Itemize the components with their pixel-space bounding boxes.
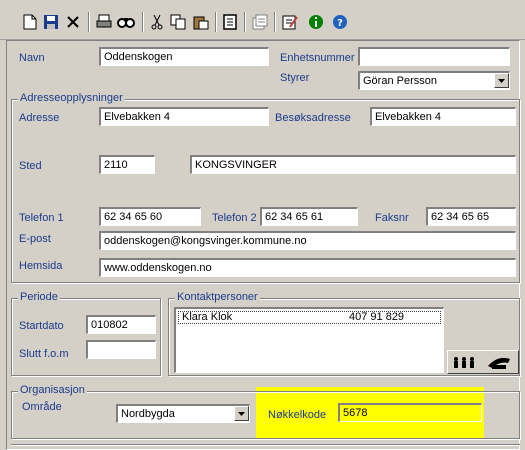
save-icon[interactable]: [41, 12, 61, 32]
svg-text:?: ?: [337, 18, 343, 29]
epost-label: E-post: [19, 233, 51, 245]
startdato-field[interactable]: 010802: [86, 315, 156, 334]
styrer-select[interactable]: Göran Persson: [358, 71, 510, 90]
telefon1-field[interactable]: 62 34 65 60: [99, 207, 201, 226]
organisasjon-group-title: Organisasjon: [18, 384, 87, 396]
periode-group-title: Periode: [18, 291, 60, 303]
periode-group: Periode: [11, 291, 161, 376]
toolbar-separator: [274, 12, 276, 32]
besoksadresse-label: Besøksadresse: [275, 112, 351, 124]
address-group-title: Adresseopplysninger: [18, 92, 125, 104]
copy-icon[interactable]: [168, 12, 188, 32]
enhetsnummer-field[interactable]: [358, 47, 510, 66]
telefon2-field[interactable]: 62 34 65 61: [260, 207, 358, 226]
edit-icon[interactable]: [280, 12, 300, 32]
toolbar-separator: [215, 12, 217, 32]
kontakt-group-title: Kontaktpersoner: [175, 291, 260, 303]
omrade-label: Område: [22, 401, 62, 413]
adresse-label: Adresse: [19, 112, 60, 124]
info-icon[interactable]: [306, 12, 326, 32]
postnummer-field[interactable]: 2110: [99, 155, 155, 174]
telefon2-label: Telefon 2: [212, 212, 257, 224]
omrade-select[interactable]: Nordbygda: [116, 404, 250, 423]
toolbar-separator: [88, 12, 90, 32]
new-icon[interactable]: [20, 12, 40, 32]
styrer-value: Göran Persson: [363, 75, 437, 87]
startdato-label: Startdato: [19, 320, 64, 332]
sted-label: Sted: [19, 160, 42, 172]
besoksadresse-field[interactable]: Elvebakken 4: [370, 107, 516, 126]
slutt-label: Slutt f.o.m: [19, 348, 69, 360]
list-item[interactable]: Klara Klok 407 91 829: [178, 311, 441, 324]
nokkelkode-label: Nøkkelkode: [268, 409, 327, 421]
address-group: Adresseopplysninger: [11, 92, 520, 283]
delete-icon[interactable]: [63, 12, 83, 32]
report-icon[interactable]: [220, 12, 240, 32]
omrade-value: Nordbygda: [121, 408, 175, 420]
kontakt-name: Klara Klok: [182, 311, 233, 323]
bottom-divider: [11, 444, 520, 446]
kontakt-phone: 407 91 829: [349, 311, 405, 323]
styrer-label: Styrer: [280, 72, 310, 84]
paste-icon[interactable]: [191, 12, 211, 32]
cut-icon[interactable]: [147, 12, 167, 32]
find-icon[interactable]: [116, 12, 136, 32]
chevron-down-icon[interactable]: [494, 73, 509, 88]
hjemmeside-field[interactable]: www.oddenskogen.no: [99, 258, 516, 277]
epost-field[interactable]: oddenskogen@kongsvinger.kommune.no: [99, 231, 516, 250]
telefon1-label: Telefon 1: [19, 212, 64, 224]
print-icon[interactable]: [94, 12, 114, 32]
toolbar: ?: [0, 0, 525, 40]
people-icon: [454, 357, 474, 368]
toolbar-separator: [142, 12, 144, 32]
poststed-field[interactable]: KONGSVINGER: [190, 155, 516, 174]
properties-icon[interactable]: [250, 12, 270, 32]
navn-label: Navn: [19, 52, 45, 64]
faksnr-field[interactable]: 62 34 65 65: [426, 207, 516, 226]
kontakt-tools-button[interactable]: [447, 350, 519, 374]
nokkelkode-field[interactable]: 5678: [338, 403, 482, 422]
toolbar-separator: [244, 12, 246, 32]
chevron-down-icon[interactable]: [234, 406, 249, 421]
slutt-field[interactable]: [86, 340, 156, 359]
navn-field[interactable]: Oddenskogen: [99, 47, 269, 66]
faksnr-label: Faksnr: [375, 212, 409, 224]
enhetsnummer-label: Enhetsnummer: [280, 52, 355, 64]
adresse-field[interactable]: Elvebakken 4: [99, 107, 269, 126]
help-icon[interactable]: ?: [330, 12, 350, 32]
kontakt-list[interactable]: Klara Klok 407 91 829: [174, 307, 444, 373]
hjemmeside-label: Hemsida: [19, 260, 63, 272]
phone-icon: [488, 357, 510, 369]
